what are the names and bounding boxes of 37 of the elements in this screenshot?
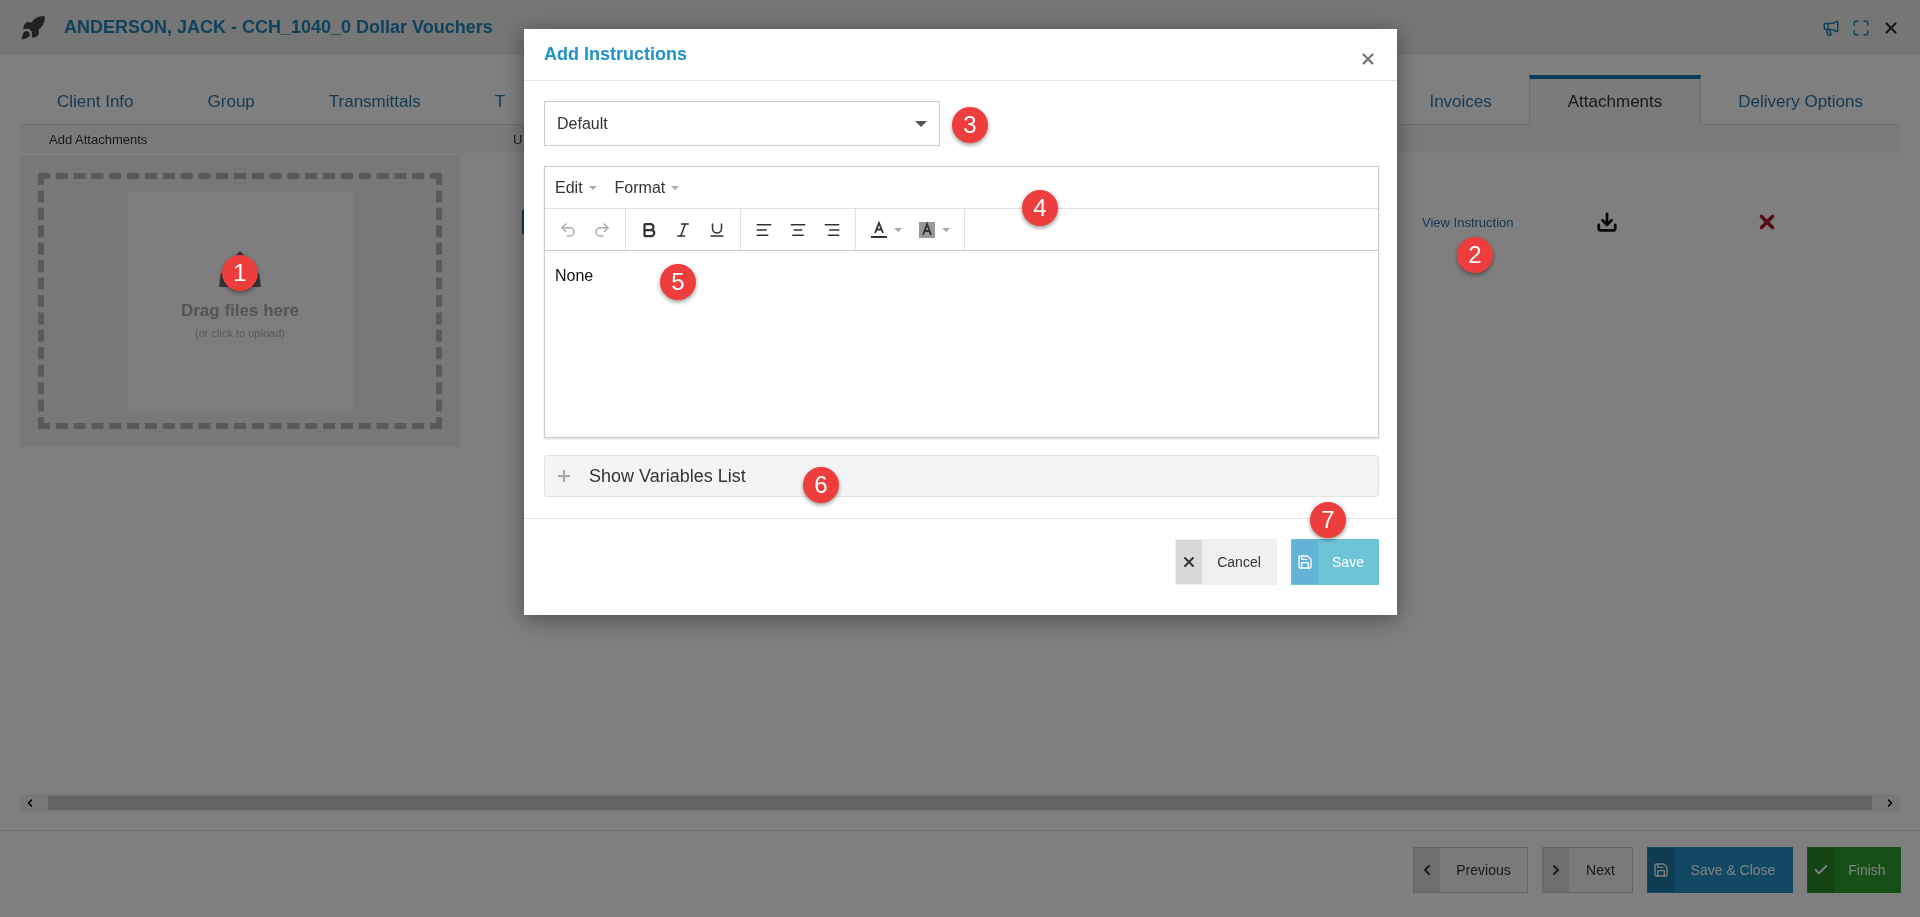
tab[interactable]: Client Info	[20, 75, 171, 125]
view-instruction-link[interactable]: View Instruction	[1422, 214, 1514, 230]
save-icon	[1297, 554, 1313, 570]
column-header: Add Attachments	[48, 131, 149, 147]
plus-icon	[555, 467, 573, 485]
text-color-icon	[870, 220, 888, 239]
template-select[interactable]: Default	[544, 101, 940, 146]
tab[interactable]: Transmittals	[291, 75, 458, 125]
rocket-icon	[20, 14, 46, 41]
page-title: ANDERSON, JACK - CCH_1040_0 Dollar Vouchers	[64, 17, 494, 38]
background-color-icon	[918, 220, 936, 239]
fullscreen-icon[interactable]	[1852, 18, 1870, 37]
previous-button[interactable]: Previous	[1413, 847, 1528, 893]
download-icon[interactable]	[1595, 211, 1618, 233]
tab[interactable]: Attachments	[1528, 75, 1702, 125]
tab[interactable]: Delivery Options	[1701, 75, 1900, 125]
tab[interactable]: Group	[170, 75, 292, 125]
undo-icon	[559, 220, 577, 239]
next-button[interactable]: Next	[1542, 847, 1633, 893]
redo-icon	[593, 220, 611, 239]
underline-icon	[708, 220, 726, 239]
menu-item[interactable]: Format	[614, 178, 680, 197]
close-icon	[1181, 554, 1197, 570]
column-header: U	[512, 131, 524, 147]
cancel-button[interactable]: Cancel	[1175, 539, 1277, 585]
menu-item[interactable]: Edit	[555, 178, 597, 197]
megaphone-icon[interactable]	[1822, 18, 1840, 37]
horizontal-scrollbar[interactable]	[20, 794, 1900, 812]
save-button[interactable]: Save	[1291, 539, 1379, 585]
finish-button[interactable]: Finish	[1807, 847, 1901, 893]
bold-icon	[640, 220, 658, 239]
editor-text[interactable]: None	[555, 267, 594, 284]
save-icon	[1653, 862, 1669, 878]
save-button[interactable]: Save & Close	[1647, 847, 1793, 893]
dialog-title: Add Instructions	[544, 44, 687, 65]
callout-badge: 2	[1457, 237, 1493, 273]
italic-icon	[674, 220, 692, 239]
